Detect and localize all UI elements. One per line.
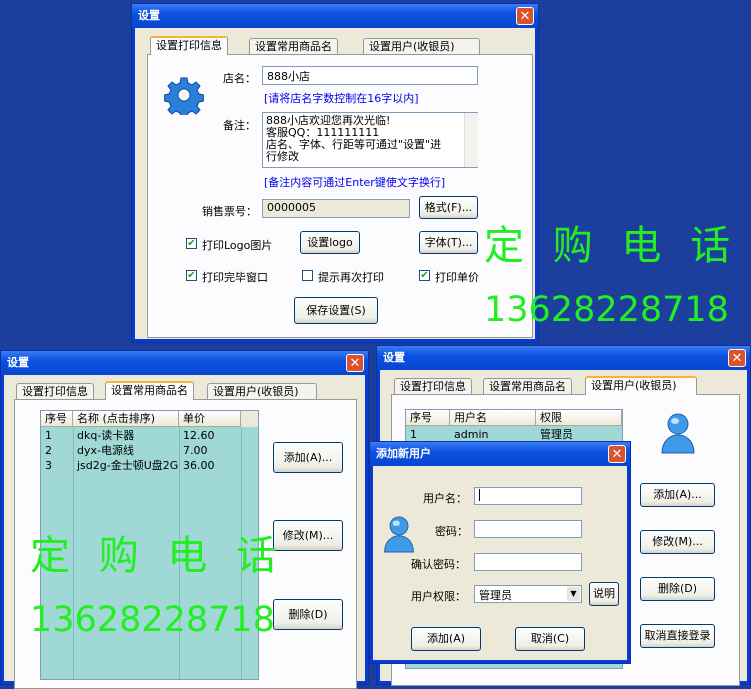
remark-textarea[interactable]: 888小店欢迎您再次光临! 客服QQ：111111111 店名、字体、行距等可通… (262, 112, 478, 168)
confirm-password-label: 确认密码： (411, 558, 466, 571)
cell-role: 管理员 (540, 428, 573, 441)
window-client: 设置打印信息 设置常用商品名 设置用户(收银员) 店名： 888小店 [请将店名… (135, 28, 535, 339)
delete-product-button[interactable]: 删除(D) (273, 599, 343, 630)
close-icon[interactable]: ✕ (728, 349, 746, 367)
cell-index: 1 (410, 428, 417, 441)
reprint-prompt-checkbox[interactable] (302, 270, 313, 281)
tab-print-info[interactable]: 设置打印信息 (16, 383, 94, 400)
column-header[interactable]: 序号 (406, 410, 450, 426)
cancel-auto-login-button[interactable]: 取消直接登录 (640, 624, 715, 648)
cell-index: 1 (45, 429, 52, 442)
print-unit-price-label: 打印单价 (435, 271, 479, 284)
cell-name: jsd2g-金士顿U盘2G (77, 459, 179, 472)
watermark-phone-number: 13628228718 (30, 600, 275, 640)
remark-scrollbar[interactable] (464, 113, 478, 167)
username-label: 用户名： (423, 492, 467, 505)
column-header[interactable]: 名称 (点击排序) (73, 411, 179, 427)
role-select[interactable]: 管理员 ▼ (474, 585, 582, 603)
print-logo-checkbox[interactable]: ✔ (186, 238, 197, 249)
table-row[interactable]: 2 dyx-电源线 7.00 (41, 443, 241, 458)
shop-name-input[interactable]: 888小店 (262, 66, 478, 85)
reprint-prompt-label: 提示再次打印 (318, 271, 384, 284)
tab-common-products[interactable]: 设置常用商品名 (105, 381, 194, 400)
print-logo-label: 打印Logo图片 (202, 239, 273, 252)
add-product-button[interactable]: 添加(A)... (273, 442, 343, 473)
save-settings-button[interactable]: 保存设置(S) (294, 297, 378, 324)
table-row[interactable]: 1 dkq-读卡器 12.60 (41, 428, 241, 443)
print-close-checkbox[interactable]: ✔ (186, 270, 197, 281)
tab-print-info[interactable]: 设置打印信息 (150, 36, 228, 55)
remark-label: 备注： (223, 119, 256, 132)
delete-user-button[interactable]: 删除(D) (640, 577, 715, 601)
column-header[interactable]: 序号 (41, 411, 73, 427)
tab-print-info[interactable]: 设置打印信息 (394, 378, 472, 395)
tab-users[interactable]: 设置用户(收银员) (207, 383, 317, 400)
shop-name-hint: [请将店名字数控制在16字以内] (264, 92, 419, 105)
watermark-order-phone-label: 定 购 电 话 (30, 533, 285, 579)
table-row[interactable]: 3 jsd2g-金士顿U盘2G 36.00 (41, 458, 241, 473)
table-row[interactable]: 1 admin 管理员 (406, 427, 622, 442)
print-unit-price-checkbox[interactable]: ✔ (419, 270, 430, 281)
cell-username: admin (454, 428, 489, 441)
close-icon[interactable]: ✕ (608, 445, 626, 463)
table-header: 序号 用户名 权限 (406, 410, 622, 426)
tab-common-products[interactable]: 设置常用商品名 (249, 38, 338, 55)
cell-name: dyx-电源线 (77, 444, 134, 457)
window-title: 设置 (377, 346, 750, 370)
column-header[interactable]: 单价 (179, 411, 241, 427)
explain-button[interactable]: 说明 (589, 582, 619, 606)
edit-user-button[interactable]: 修改(M)... (640, 530, 715, 554)
shop-name-label: 店名： (223, 72, 256, 85)
add-user-dialog: 添加新用户 ✕ 用户名： 密码： 确认密码： 用户权限： 管理员 ▼ 说明 添加… (369, 441, 631, 664)
user-avatar-icon (384, 516, 414, 553)
user-avatar-icon (661, 413, 695, 454)
tab-common-products[interactable]: 设置常用商品名 (483, 378, 572, 395)
cancel-button[interactable]: 取消(C) (515, 627, 585, 651)
password-input[interactable] (474, 520, 582, 538)
watermark-phone-number: 13628228718 (484, 290, 729, 330)
gear-icon (164, 77, 204, 115)
watermark-order-phone-label: 定 购 电 话 (484, 223, 739, 269)
column-header[interactable]: 权限 (536, 410, 622, 426)
receipt-number-label: 销售票号： (202, 205, 257, 218)
close-icon[interactable]: ✕ (346, 354, 364, 372)
tab-panel: 店名： 888小店 [请将店名字数控制在16字以内] 备注： 888小店欢迎您再… (147, 54, 533, 338)
set-logo-button[interactable]: 设置logo (300, 231, 360, 254)
confirm-password-input[interactable] (474, 553, 582, 571)
add-user-button[interactable]: 添加(A)... (640, 483, 715, 507)
text-caret (479, 489, 480, 501)
column-header[interactable]: 用户名 (450, 410, 536, 426)
cell-index: 3 (45, 459, 52, 472)
tab-users[interactable]: 设置用户(收银员) (585, 376, 697, 395)
close-icon[interactable]: ✕ (516, 7, 534, 25)
role-label: 用户权限： (411, 590, 466, 603)
cell-price: 12.60 (183, 429, 215, 442)
cell-index: 2 (45, 444, 52, 457)
format-button[interactable]: 格式(F)... (419, 196, 478, 219)
chevron-down-icon[interactable]: ▼ (567, 587, 580, 601)
remark-hint: [备注内容可通过Enter键使文字换行] (264, 176, 446, 189)
cell-name: dkq-读卡器 (77, 429, 135, 442)
add-button[interactable]: 添加(A) (411, 627, 481, 651)
settings-window-print: 设置 ✕ 设置打印信息 设置常用商品名 设置用户(收银员) 店名： 888小店 … (131, 3, 539, 343)
tab-users[interactable]: 设置用户(收银员) (363, 38, 480, 55)
username-input[interactable] (474, 487, 582, 505)
print-close-label: 打印完毕窗口 (202, 271, 268, 284)
remark-line: 行修改 (266, 150, 299, 163)
password-label: 密码： (435, 525, 468, 538)
dialog-title: 添加新用户 (370, 442, 630, 466)
font-button[interactable]: 字体(T)... (419, 231, 478, 254)
dialog-client: 用户名： 密码： 确认密码： 用户权限： 管理员 ▼ 说明 添加(A) 取消(C… (373, 466, 627, 660)
receipt-number-input[interactable]: 0000005 (262, 199, 410, 218)
role-select-value: 管理员 (479, 589, 512, 602)
table-header: 序号 名称 (点击排序) 单价 (41, 411, 258, 427)
window-title: 设置 (132, 4, 538, 28)
cell-price: 7.00 (183, 444, 208, 457)
window-title: 设置 (1, 351, 368, 375)
cell-price: 36.00 (183, 459, 215, 472)
